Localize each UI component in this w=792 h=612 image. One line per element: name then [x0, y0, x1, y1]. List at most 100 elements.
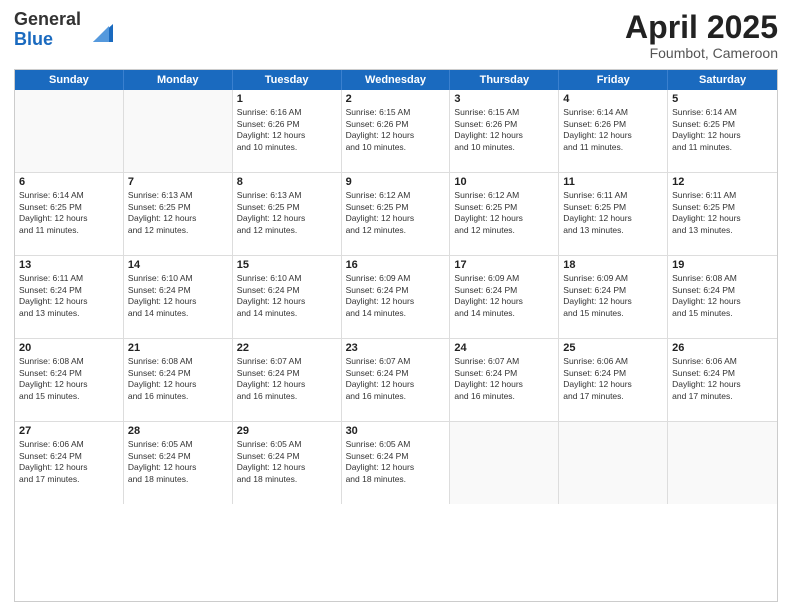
cell-line: Sunset: 6:24 PM — [346, 368, 446, 379]
cell-line: Daylight: 12 hours — [563, 379, 663, 390]
cell-line: Sunset: 6:24 PM — [563, 368, 663, 379]
cell-line: Sunrise: 6:06 AM — [19, 439, 119, 450]
cal-cell: 8Sunrise: 6:13 AMSunset: 6:25 PMDaylight… — [233, 173, 342, 255]
cell-line: and 18 minutes. — [128, 474, 228, 485]
cal-header-day: Friday — [559, 70, 668, 90]
cell-line: Sunrise: 6:06 AM — [563, 356, 663, 367]
cal-cell: 12Sunrise: 6:11 AMSunset: 6:25 PMDayligh… — [668, 173, 777, 255]
day-number: 11 — [563, 176, 663, 188]
day-number: 4 — [563, 93, 663, 105]
cell-line: Daylight: 12 hours — [237, 213, 337, 224]
cell-line: and 18 minutes. — [237, 474, 337, 485]
cell-line: and 13 minutes. — [19, 308, 119, 319]
cell-line: Sunrise: 6:09 AM — [346, 273, 446, 284]
cell-line: Sunrise: 6:07 AM — [346, 356, 446, 367]
day-number: 10 — [454, 176, 554, 188]
cell-line: and 14 minutes. — [454, 308, 554, 319]
cal-cell: 10Sunrise: 6:12 AMSunset: 6:25 PMDayligh… — [450, 173, 559, 255]
cell-line: and 17 minutes. — [672, 391, 773, 402]
cell-line: Sunrise: 6:16 AM — [237, 107, 337, 118]
cal-cell: 2Sunrise: 6:15 AMSunset: 6:26 PMDaylight… — [342, 90, 451, 172]
cell-line: Sunrise: 6:05 AM — [128, 439, 228, 450]
cal-cell: 20Sunrise: 6:08 AMSunset: 6:24 PMDayligh… — [15, 339, 124, 421]
cal-cell: 7Sunrise: 6:13 AMSunset: 6:25 PMDaylight… — [124, 173, 233, 255]
cal-row: 20Sunrise: 6:08 AMSunset: 6:24 PMDayligh… — [15, 339, 777, 422]
cell-line: Daylight: 12 hours — [672, 296, 773, 307]
cal-cell: 30Sunrise: 6:05 AMSunset: 6:24 PMDayligh… — [342, 422, 451, 504]
calendar-body: 1Sunrise: 6:16 AMSunset: 6:26 PMDaylight… — [15, 90, 777, 504]
cell-line: Sunrise: 6:15 AM — [346, 107, 446, 118]
cell-line: Sunset: 6:25 PM — [128, 202, 228, 213]
header: General Blue April 2025 Foumbot, Cameroo… — [14, 10, 778, 61]
cell-line: Sunset: 6:24 PM — [346, 285, 446, 296]
cal-cell: 11 Sunrise: 6:11 AMSunset: 6:25 PMDayligh… — [559, 173, 668, 255]
cell-line: Daylight: 12 hours — [454, 130, 554, 141]
cal-cell — [668, 422, 777, 504]
cell-line: Daylight: 12 hours — [19, 213, 119, 224]
cell-line: and 15 minutes. — [19, 391, 119, 402]
cal-cell — [124, 90, 233, 172]
cell-line: Sunrise: 6:08 AM — [672, 273, 773, 284]
cal-cell: 28Sunrise: 6:05 AMSunset: 6:24 PMDayligh… — [124, 422, 233, 504]
cell-line: Daylight: 12 hours — [454, 379, 554, 390]
cell-line: Daylight: 12 hours — [128, 213, 228, 224]
page: General Blue April 2025 Foumbot, Cameroo… — [0, 0, 792, 612]
cell-line: and 12 minutes. — [346, 225, 446, 236]
cal-cell: 17Sunrise: 6:09 AMSunset: 6:24 PMDayligh… — [450, 256, 559, 338]
cell-line: Sunset: 6:25 PM — [563, 202, 663, 213]
cell-line: Sunset: 6:25 PM — [346, 202, 446, 213]
cell-line: Sunrise: 6:06 AM — [672, 356, 773, 367]
cell-line: and 14 minutes. — [346, 308, 446, 319]
cell-line: Daylight: 12 hours — [563, 213, 663, 224]
day-number: 9 — [346, 176, 446, 188]
cell-line: Sunrise: 6:11 AM — [672, 190, 773, 201]
cal-cell: 22Sunrise: 6:07 AMSunset: 6:24 PMDayligh… — [233, 339, 342, 421]
cell-line: Sunrise: 6:07 AM — [454, 356, 554, 367]
cell-line: Sunrise: 6:11 AM — [563, 190, 663, 201]
cell-line: and 11 minutes. — [672, 142, 773, 153]
cell-line: Daylight: 12 hours — [346, 462, 446, 473]
cell-line: Daylight: 12 hours — [672, 379, 773, 390]
day-number: 24 — [454, 342, 554, 354]
cell-line: Sunrise: 6:12 AM — [346, 190, 446, 201]
cell-line: Sunrise: 6:09 AM — [454, 273, 554, 284]
day-number: 5 — [672, 93, 773, 105]
cal-cell — [559, 422, 668, 504]
cal-cell: 15Sunrise: 6:10 AMSunset: 6:24 PMDayligh… — [233, 256, 342, 338]
cal-row: 6Sunrise: 6:14 AMSunset: 6:25 PMDaylight… — [15, 173, 777, 256]
cell-line: and 12 minutes. — [128, 225, 228, 236]
cal-row: 27Sunrise: 6:06 AMSunset: 6:24 PMDayligh… — [15, 422, 777, 504]
cell-line: Sunrise: 6:10 AM — [237, 273, 337, 284]
cell-line: Sunrise: 6:07 AM — [237, 356, 337, 367]
cell-line: Sunrise: 6:11 AM — [19, 273, 119, 284]
cell-line: Sunset: 6:24 PM — [128, 285, 228, 296]
cal-cell: 24Sunrise: 6:07 AMSunset: 6:24 PMDayligh… — [450, 339, 559, 421]
cell-line: Sunset: 6:24 PM — [346, 451, 446, 462]
cell-line: Daylight: 12 hours — [128, 462, 228, 473]
cell-line: and 15 minutes. — [672, 308, 773, 319]
cal-cell: 14Sunrise: 6:10 AMSunset: 6:24 PMDayligh… — [124, 256, 233, 338]
cal-cell: 13Sunrise: 6:11 AMSunset: 6:24 PMDayligh… — [15, 256, 124, 338]
cell-line: and 13 minutes. — [563, 225, 663, 236]
cell-line: Daylight: 12 hours — [346, 379, 446, 390]
cell-line: Sunrise: 6:14 AM — [563, 107, 663, 118]
cell-line: Sunset: 6:25 PM — [19, 202, 119, 213]
title-block: April 2025 Foumbot, Cameroon — [625, 10, 778, 61]
cell-line: Sunrise: 6:05 AM — [237, 439, 337, 450]
cell-line: Sunset: 6:25 PM — [454, 202, 554, 213]
cell-line: and 14 minutes. — [237, 308, 337, 319]
cal-header-day: Monday — [124, 70, 233, 90]
cell-line: Daylight: 12 hours — [237, 130, 337, 141]
cal-header-day: Saturday — [668, 70, 777, 90]
day-number: 29 — [237, 425, 337, 437]
cell-line: Daylight: 12 hours — [128, 296, 228, 307]
cell-line: Daylight: 12 hours — [454, 213, 554, 224]
calendar: SundayMondayTuesdayWednesdayThursdayFrid… — [14, 69, 778, 602]
cal-cell: 3Sunrise: 6:15 AMSunset: 6:26 PMDaylight… — [450, 90, 559, 172]
day-number: 8 — [237, 176, 337, 188]
cal-cell: 18Sunrise: 6:09 AMSunset: 6:24 PMDayligh… — [559, 256, 668, 338]
cell-line: Daylight: 12 hours — [237, 462, 337, 473]
cal-row: 1Sunrise: 6:16 AMSunset: 6:26 PMDaylight… — [15, 90, 777, 173]
cell-line: Daylight: 12 hours — [563, 296, 663, 307]
cell-line: Sunset: 6:24 PM — [128, 451, 228, 462]
